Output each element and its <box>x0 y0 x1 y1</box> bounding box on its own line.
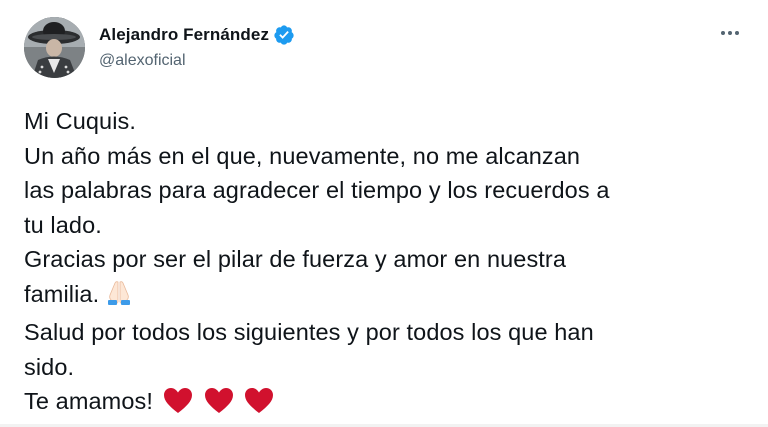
tweet-line: Un año más en el que, nuevamente, no me … <box>24 142 581 169</box>
dot <box>721 31 725 35</box>
heart-emoji <box>164 388 192 413</box>
dot <box>735 31 739 35</box>
author-block: Alejandro Fernández @alexoficial <box>99 23 295 70</box>
dot <box>728 31 732 35</box>
tweet-line: familia. <box>24 280 100 307</box>
more-options-icon[interactable] <box>716 23 744 43</box>
tweet-line-with-hearts: Te amamos! <box>24 384 754 424</box>
verified-badge-icon <box>273 24 295 46</box>
folded-hands-emoji <box>105 279 133 316</box>
tweet-line: Te amamos! <box>24 388 153 414</box>
tweet-line: Salud por todos los siguientes y por tod… <box>24 319 594 345</box>
tweet-text: Mi Cuquis. Un año más en el que, nuevame… <box>24 104 754 424</box>
tweet-header: Alejandro Fernández @alexoficial <box>24 17 748 79</box>
avatar-image <box>24 17 85 78</box>
tweet-line: las palabras para agradecer el tiempo y … <box>24 177 610 203</box>
tweet-line: Gracias por ser el pilar de fuerza y amo… <box>24 246 567 272</box>
hearts-group <box>163 387 278 424</box>
author-handle[interactable]: @alexoficial <box>99 52 295 70</box>
tweet-line: Mi Cuquis. <box>24 108 137 134</box>
heart-emoji <box>204 388 233 413</box>
heart-emoji <box>245 388 274 413</box>
name-row: Alejandro Fernández <box>99 23 295 47</box>
author-display-name[interactable]: Alejandro Fernández <box>99 25 269 45</box>
tweet-line: tu lado. <box>24 211 102 238</box>
tweet-line: sido. <box>24 353 75 380</box>
tweet-line-with-emoji: familia. <box>24 277 754 316</box>
tweet-card: Alejandro Fernández @alexoficial Mi Cuqu… <box>0 0 768 427</box>
avatar[interactable] <box>24 17 85 78</box>
